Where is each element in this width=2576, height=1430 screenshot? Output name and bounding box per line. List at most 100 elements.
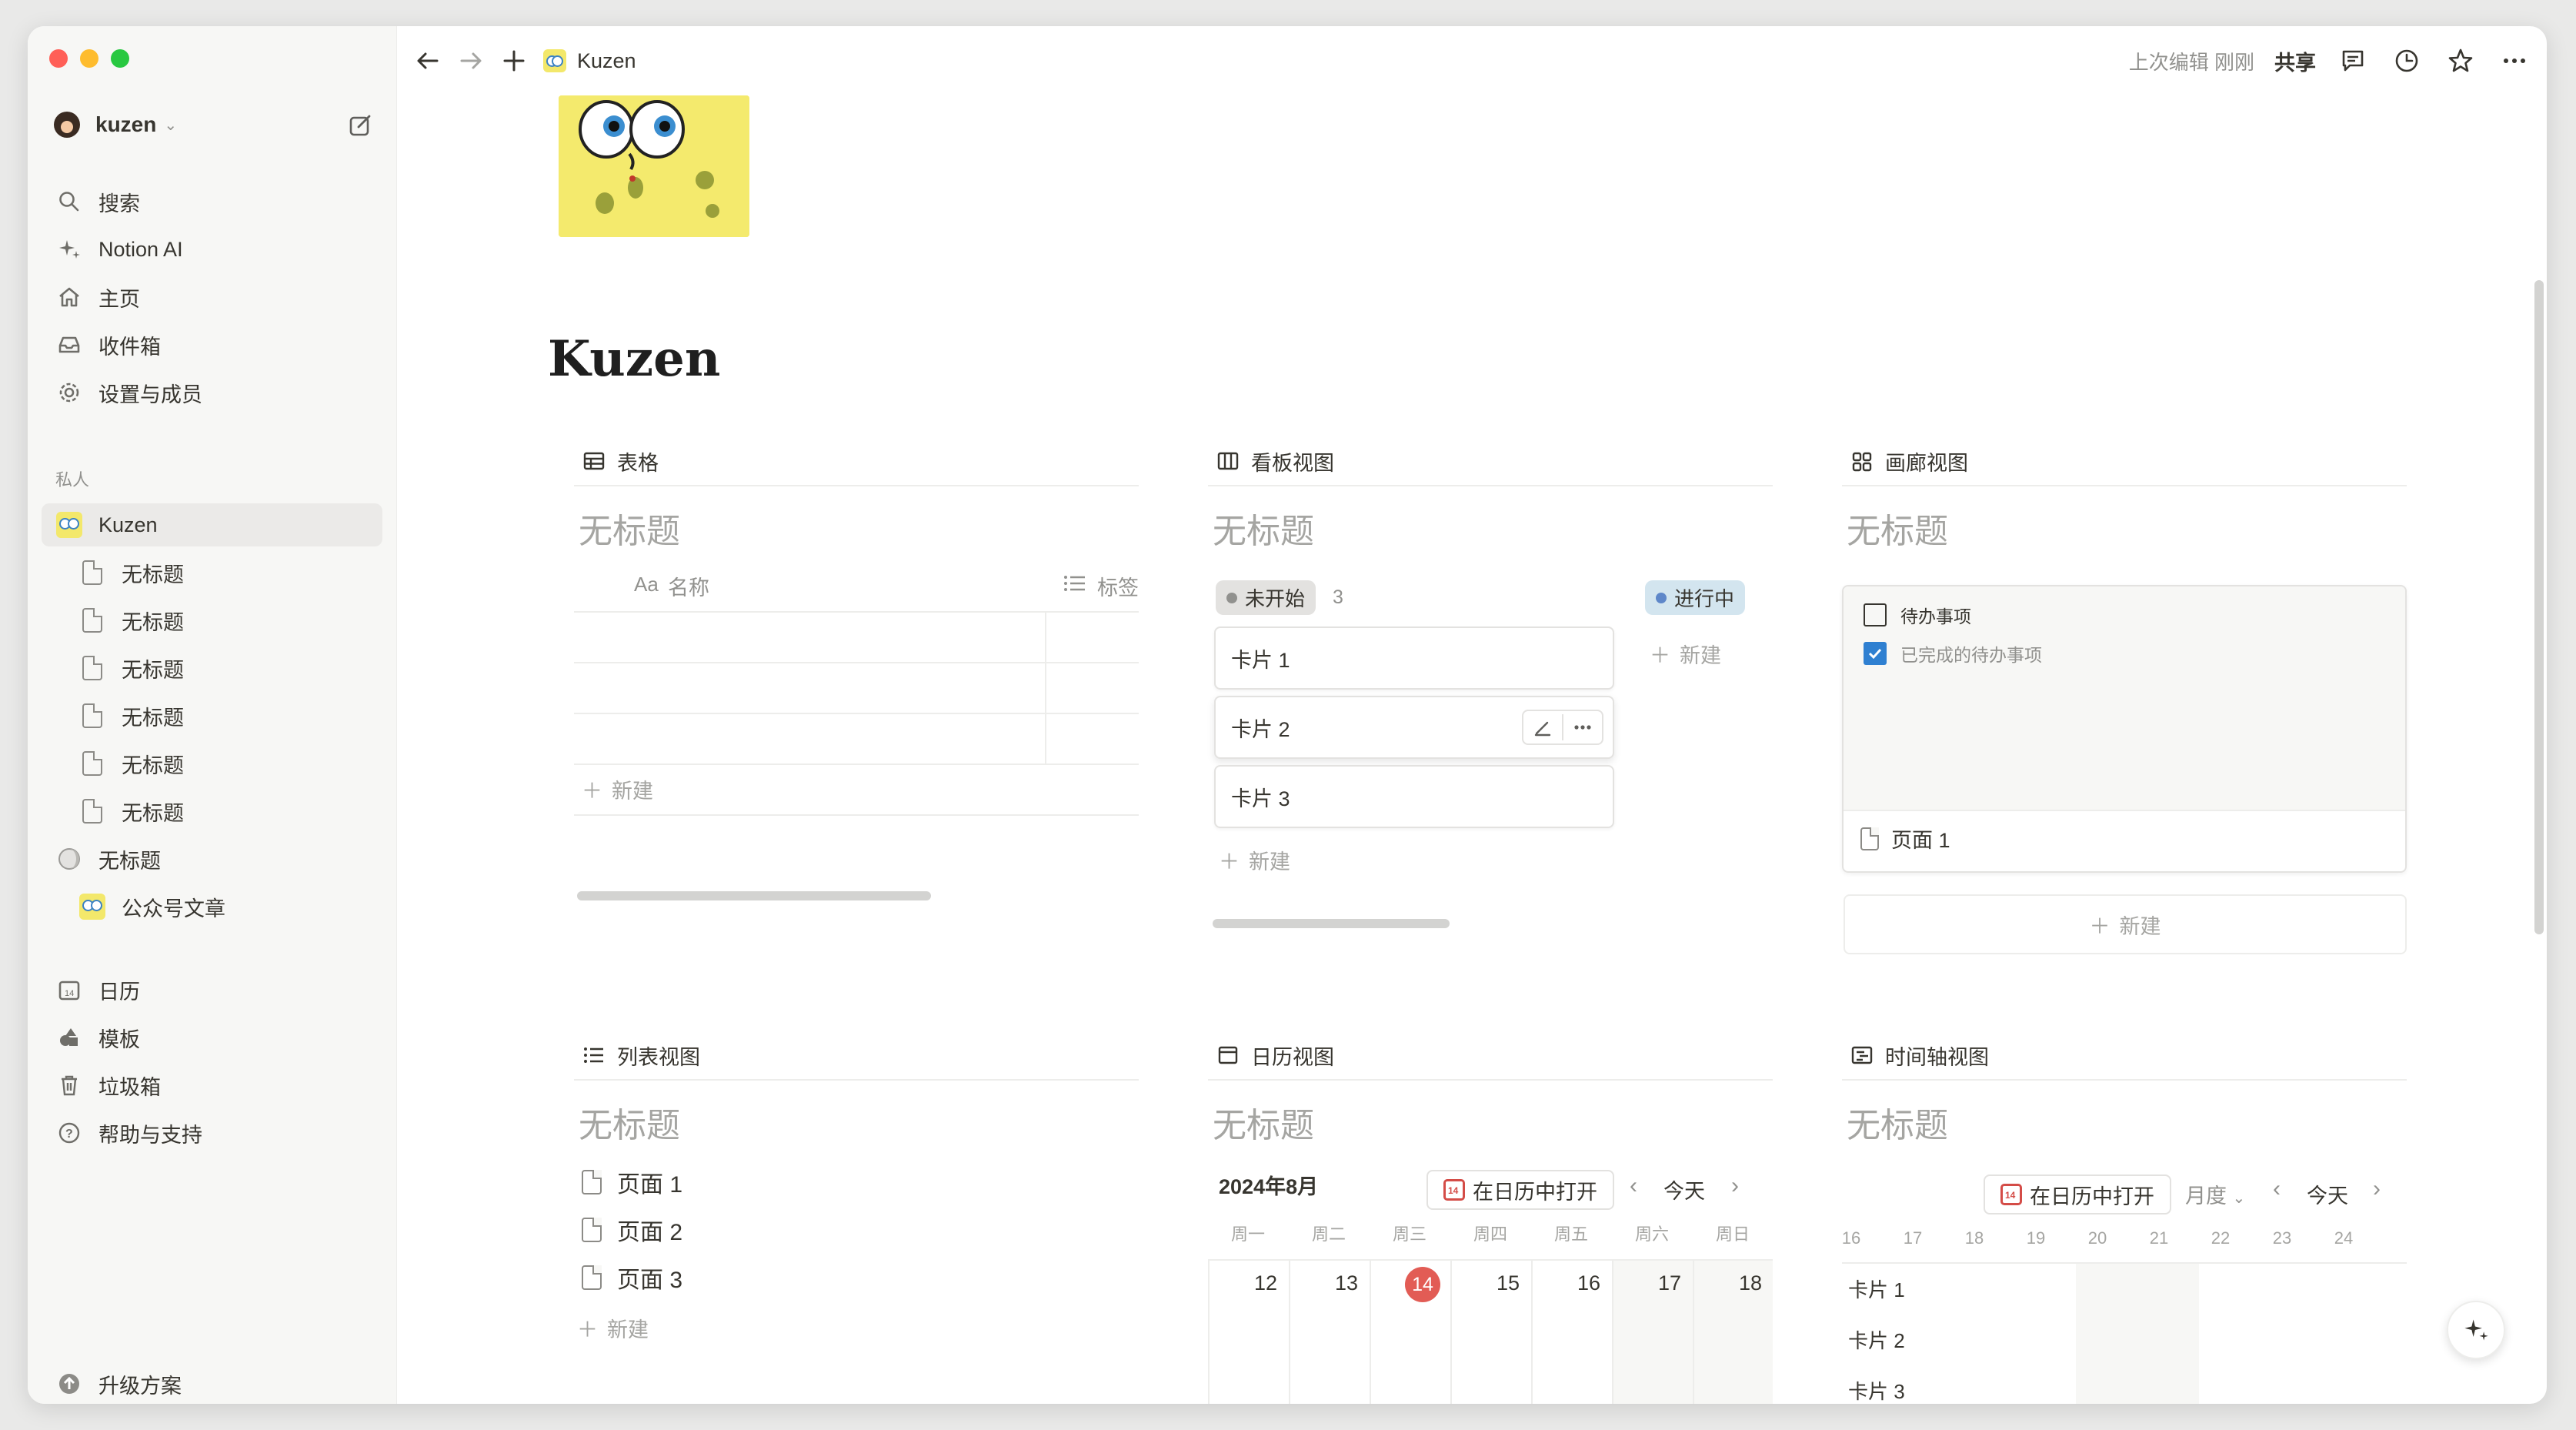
- sidebar-item-inbox[interactable]: 收件箱: [42, 323, 382, 366]
- open-in-calendar-button[interactable]: 在日历中打开: [1426, 1170, 1614, 1210]
- sidebar-item-notion-ai[interactable]: Notion AI: [42, 228, 382, 271]
- table-new-row-button[interactable]: ＋ 新建: [582, 774, 653, 804]
- view-tab-gallery[interactable]: 画廊视图: [1842, 437, 2407, 486]
- open-in-calendar-button[interactable]: 在日历中打开: [1984, 1174, 2171, 1214]
- horizontal-scrollbar[interactable]: [1213, 919, 1450, 928]
- table-row[interactable]: [574, 613, 1139, 662]
- board-new-card-button-in-progress[interactable]: ＋ 新建: [1650, 639, 1721, 669]
- database-title[interactable]: 无标题: [1208, 1098, 1773, 1147]
- column-header-tags[interactable]: 标签: [1097, 571, 1139, 601]
- page-title[interactable]: Kuzen: [548, 330, 720, 388]
- list-item[interactable]: 页面 1: [582, 1165, 682, 1199]
- timeline-row[interactable]: 卡片 1: [1848, 1275, 1905, 1303]
- sidebar-page-untitled[interactable]: 无标题: [42, 551, 382, 594]
- sidebar-page-untitled[interactable]: 无标题: [42, 742, 382, 785]
- timeline-scale-dropdown[interactable]: 月度 ⌄: [2185, 1179, 2245, 1209]
- board-card[interactable]: 卡片 3: [1214, 765, 1614, 828]
- sidebar-item-home[interactable]: 主页: [42, 276, 382, 319]
- close-window-button[interactable]: [49, 49, 68, 68]
- database-title[interactable]: 无标题: [574, 1098, 1139, 1147]
- sidebar-item-help[interactable]: ? 帮助与支持: [42, 1111, 382, 1154]
- sidebar-item-calendar[interactable]: 14 日历: [42, 968, 382, 1011]
- edit-pencil-icon[interactable]: [1523, 717, 1562, 738]
- calendar-day[interactable]: 13: [1289, 1271, 1358, 1295]
- sidebar-page-untitled[interactable]: 无标题: [42, 694, 382, 737]
- gallery-new-button[interactable]: ＋ 新建: [1844, 894, 2407, 954]
- calendar-day[interactable]: 15: [1450, 1271, 1520, 1295]
- calendar-day[interactable]: 18: [1693, 1271, 1762, 1295]
- view-tab-calendar[interactable]: 日历视图: [1208, 1031, 1773, 1081]
- upgrade-plan-button[interactable]: 升级方案: [42, 1362, 382, 1404]
- sidebar-page-untitled[interactable]: 无标题: [42, 790, 382, 833]
- calendar-day-today[interactable]: 14: [1405, 1267, 1440, 1302]
- star-icon[interactable]: [2444, 44, 2478, 78]
- sidebar-page-untitled[interactable]: 无标题: [42, 599, 382, 642]
- chevron-right-icon[interactable]: ›: [1731, 1173, 1739, 1199]
- board-card[interactable]: 卡片 2: [1214, 696, 1614, 759]
- minimize-window-button[interactable]: [80, 49, 98, 68]
- timeline-row[interactable]: 卡片 3: [1848, 1376, 1905, 1404]
- table-row[interactable]: [574, 714, 1139, 763]
- sidebar-item-settings[interactable]: 设置与成员: [42, 371, 382, 414]
- notion-ai-floating-button[interactable]: [2447, 1301, 2505, 1359]
- list-new-item-button[interactable]: ＋ 新建: [577, 1313, 649, 1343]
- sidebar-item-templates[interactable]: 模板: [42, 1016, 382, 1059]
- list-item[interactable]: 页面 2: [582, 1213, 682, 1247]
- vertical-scrollbar[interactable]: [2534, 280, 2544, 934]
- share-button[interactable]: 共享: [2274, 46, 2316, 76]
- chevron-left-icon[interactable]: ‹: [2273, 1176, 2281, 1202]
- sidebar-page-wechat-articles[interactable]: 公众号文章: [42, 885, 382, 928]
- board-group-not-started[interactable]: 未开始 3: [1216, 580, 1343, 615]
- database-title[interactable]: 无标题: [1208, 503, 1773, 553]
- workspace-switcher[interactable]: kuzen ⌄: [54, 103, 375, 146]
- chevron-left-icon[interactable]: ‹: [1630, 1173, 1637, 1199]
- workspace-name: kuzen: [95, 112, 157, 136]
- calendar-day[interactable]: 17: [1612, 1271, 1681, 1295]
- page-icon-spongebob[interactable]: [559, 95, 749, 237]
- database-title[interactable]: 无标题: [574, 503, 1139, 553]
- table-row[interactable]: [574, 663, 1139, 713]
- view-tab-list[interactable]: 列表视图: [574, 1031, 1139, 1081]
- new-page-icon[interactable]: [347, 111, 375, 139]
- comment-icon[interactable]: [2336, 44, 2370, 78]
- checkbox-unchecked-icon: [1864, 603, 1887, 626]
- gallery-card[interactable]: 待办事项 已完成的待办事项 页面 1: [1842, 585, 2407, 873]
- calendar-day[interactable]: 16: [1531, 1271, 1600, 1295]
- today-button[interactable]: 今天: [1663, 1174, 1705, 1204]
- more-options-icon[interactable]: [2498, 44, 2531, 78]
- timeline-row[interactable]: 卡片 2: [1848, 1325, 1905, 1354]
- column-header-name[interactable]: 名称: [668, 571, 709, 601]
- chevron-right-icon[interactable]: ›: [2373, 1176, 2381, 1202]
- board-new-card-button[interactable]: ＋ 新建: [1219, 845, 1290, 875]
- new-card-label: 新建: [1249, 850, 1290, 874]
- more-options-icon[interactable]: [1563, 717, 1602, 738]
- sidebar-page-kuzen[interactable]: Kuzen: [42, 503, 382, 546]
- sidebar-page-untitled[interactable]: 无标题: [42, 647, 382, 690]
- calendar-day[interactable]: 12: [1208, 1271, 1277, 1295]
- today-button[interactable]: 今天: [2307, 1179, 2348, 1209]
- board-group-in-progress[interactable]: 进行中: [1645, 580, 1746, 615]
- plus-icon[interactable]: [497, 44, 531, 78]
- forward-arrow-icon[interactable]: [454, 44, 488, 78]
- sidebar-page-untitled-moon[interactable]: 无标题: [42, 837, 382, 880]
- weekday-label: 周六: [1634, 1225, 1669, 1244]
- breadcrumb[interactable]: Kuzen: [543, 49, 636, 73]
- sidebar-item-search[interactable]: 搜索: [42, 180, 382, 223]
- board-card[interactable]: 卡片 1: [1214, 626, 1614, 690]
- view-tab-table[interactable]: 表格: [574, 437, 1139, 486]
- top-bar: Kuzen 上次编辑 刚刚 共享: [397, 26, 2547, 95]
- view-tab-board[interactable]: 看板视图: [1208, 437, 1773, 486]
- horizontal-scrollbar[interactable]: [577, 891, 931, 900]
- timeline-date: 18: [1964, 1228, 1984, 1248]
- list-view: 列表视图 无标题 页面 1 页面 2 页面 3 ＋ 新建: [574, 1031, 1139, 1341]
- database-title[interactable]: 无标题: [1842, 1098, 2407, 1147]
- history-clock-icon[interactable]: [2390, 44, 2424, 78]
- page-icon: [582, 1265, 602, 1290]
- sidebar-item-label: 无标题: [122, 658, 184, 682]
- back-arrow-icon[interactable]: [411, 44, 445, 78]
- maximize-window-button[interactable]: [111, 49, 129, 68]
- sidebar-item-trash[interactable]: 垃圾箱: [42, 1064, 382, 1107]
- database-title[interactable]: 无标题: [1842, 503, 2407, 553]
- list-item[interactable]: 页面 3: [582, 1261, 682, 1295]
- view-tab-timeline[interactable]: 时间轴视图: [1842, 1031, 2407, 1081]
